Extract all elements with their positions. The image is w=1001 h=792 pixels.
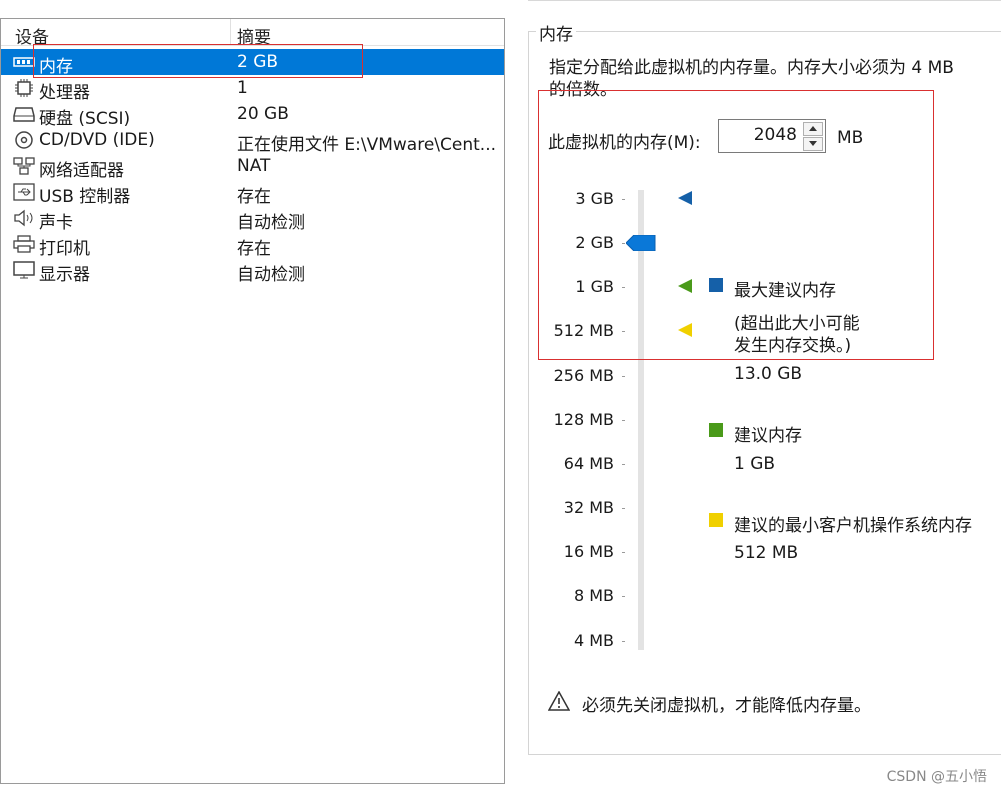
max-recommended-note: 发生内存交换。) [734,336,852,356]
device-list-panel: 设备 摘要 内存 2 GB 处理器 1 硬盘 (SCSI) 20 GB CD/D… [0,18,505,784]
device-row-sound-card[interactable]: 声卡 自动检测 [1,205,504,233]
memory-group-title: 内存 [536,20,576,45]
scale-tick [622,287,625,288]
spin-up-button[interactable] [803,122,823,136]
scale-tick [622,508,625,509]
scale-tick [622,464,625,465]
arrow-down-icon [809,141,817,146]
recommended-marker [678,279,692,293]
device-name: CD/DVD (IDE) [39,130,155,150]
device-row-harddisk[interactable]: 硬盘 (SCSI) 20 GB [1,101,504,129]
device-summary: NAT [237,156,271,176]
scale-label: 1 GB [575,277,614,296]
scale-tick [622,641,625,642]
column-divider[interactable] [230,19,231,45]
device-list-header: 设备 摘要 [1,19,504,48]
min-guest-value: 512 MB [734,543,799,563]
memory-input[interactable]: 2048 [754,125,797,145]
window-top-border [528,0,1001,1]
scale-tick [622,199,625,200]
recommended-legend-square [709,423,723,437]
device-row-cd-dvd[interactable]: CD/DVD (IDE) 正在使用文件 E:\VMware\Cent... [1,127,504,155]
device-row-processor[interactable]: 处理器 1 [1,75,504,103]
sound-card-icon [14,209,33,227]
device-row-printer[interactable]: 打印机 存在 [1,231,504,259]
watermark: CSDN @五小悟 [886,769,987,785]
scale-tick [622,376,625,377]
device-name: 处理器 [39,83,90,103]
memory-slider-thumb[interactable] [626,235,656,251]
scale-label: 128 MB [553,410,614,429]
min-guest-label: 建议的最小客户机操作系统内存 [734,516,972,536]
device-name: USB 控制器 [39,187,131,207]
memory-spinbox[interactable]: 2048 [718,119,826,153]
recommended-label: 建议内存 [734,426,802,446]
device-row-memory[interactable]: 内存 2 GB [1,49,504,77]
device-row-network-adapter[interactable]: 网络适配器 NAT [1,153,504,181]
device-name: 内存 [39,57,73,77]
monitor-icon [13,261,35,279]
scale-label: 3 GB [575,189,614,208]
memory-unit-label: MB [837,128,864,148]
scale-label: 8 MB [573,586,614,605]
device-name: 显示器 [39,265,90,285]
scale-label: 512 MB [553,321,614,340]
device-summary: 20 GB [237,104,289,124]
device-summary: 存在 [237,187,271,207]
memory-slider-track[interactable] [638,190,644,650]
scale-label: 64 MB [563,454,614,473]
scale-tick [622,552,625,553]
memory-icon [13,57,35,67]
device-row-usb[interactable]: USB 控制器 存在 [1,179,504,207]
device-name: 网络适配器 [39,161,124,181]
column-header-summary[interactable]: 摘要 [237,23,271,48]
max-recommended-label: 最大建议内存 [734,281,836,301]
scale-label: 2 GB [575,233,614,252]
cd-dvd-icon [15,131,33,149]
scale-tick [622,243,625,244]
scale-tick [622,331,625,332]
scale-label: 16 MB [563,542,614,561]
network-adapter-icon [13,157,35,175]
device-summary: 自动检测 [237,213,305,233]
warning-text: 必须先关闭虚拟机，才能降低内存量。 [582,696,871,716]
column-header-device[interactable]: 设备 [15,23,49,48]
scale-label: 4 MB [573,631,614,650]
scale-label: 32 MB [563,498,614,517]
printer-icon [13,235,35,253]
device-summary: 2 GB [237,52,279,72]
usb-icon [13,183,35,201]
harddisk-icon [13,107,35,122]
scale-tick [622,420,625,421]
spin-down-button[interactable] [803,137,823,151]
scale-label: 256 MB [553,366,614,385]
recommended-value: 1 GB [734,454,776,474]
min-guest-legend-square [709,513,723,527]
device-name: 打印机 [39,239,90,259]
min-guest-marker [678,323,692,337]
device-name: 硬盘 (SCSI) [39,109,131,129]
processor-icon [15,79,33,97]
warning-icon [548,691,570,711]
max-recommended-legend-square [709,278,723,292]
device-row-monitor[interactable]: 显示器 自动检测 [1,257,504,285]
device-summary: 正在使用文件 E:\VMware\Cent... [237,135,497,155]
device-summary: 存在 [237,239,271,259]
arrow-up-icon [809,126,817,131]
memory-description-line2: 的倍数。 [549,80,617,100]
max-recommended-marker [678,191,692,205]
memory-field-label: 此虚拟机的内存(M): [548,133,701,153]
scale-tick [622,596,625,597]
max-recommended-value: 13.0 GB [734,364,803,384]
device-summary: 自动检测 [237,265,305,285]
device-summary: 1 [237,78,248,98]
device-name: 声卡 [39,213,73,233]
